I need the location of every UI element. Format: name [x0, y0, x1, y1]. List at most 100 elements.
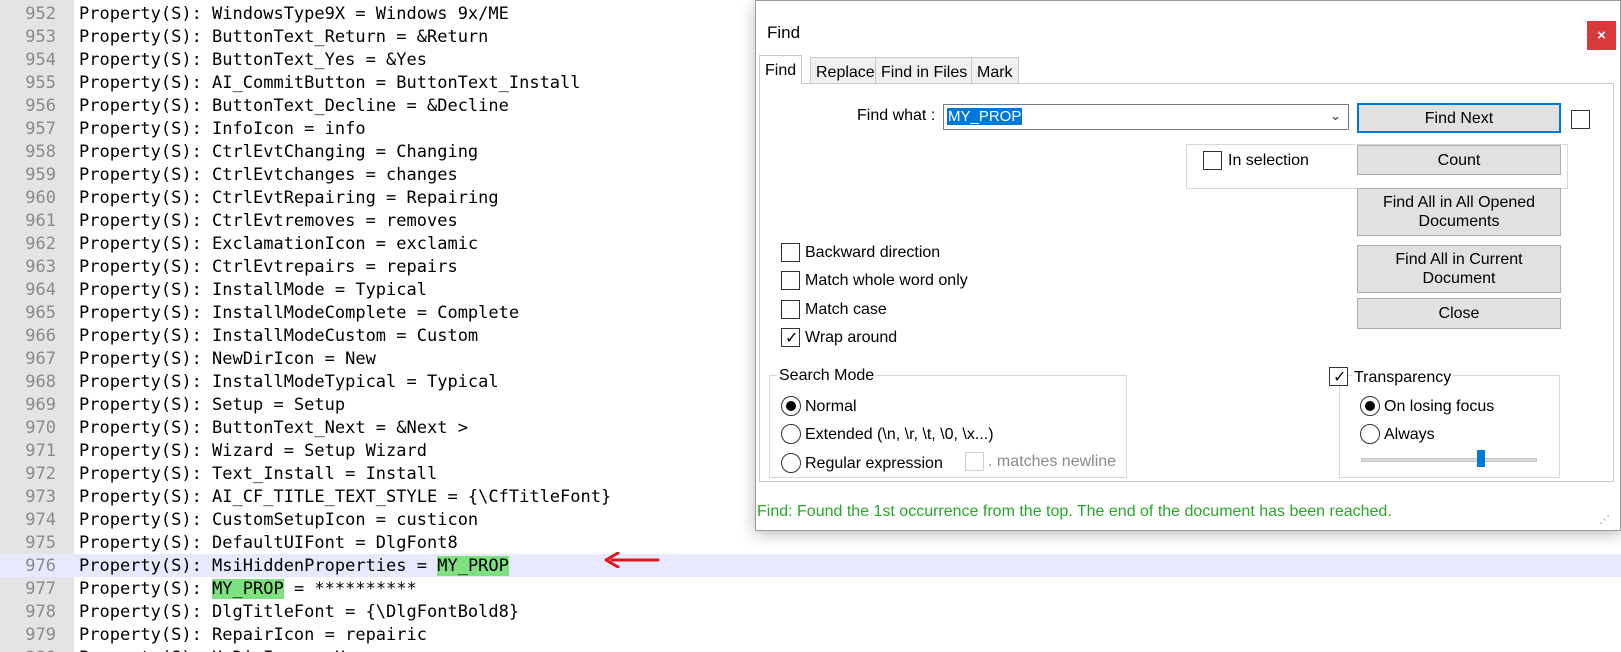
line-number: 972	[25, 464, 56, 484]
line-number: 961	[25, 211, 56, 231]
transparency-slider-thumb[interactable]	[1477, 450, 1485, 467]
find-what-input[interactable]: MY_PROP ⌄	[943, 104, 1349, 130]
matches-newline-checkbox[interactable]	[965, 452, 984, 471]
find-all-opened-line1: Find All in All Opened	[1382, 194, 1536, 211]
on-losing-focus-radio[interactable]	[1360, 396, 1380, 416]
line-number: 970	[25, 418, 56, 438]
code-segment: Property(S): Wizard = Setup Wizard	[79, 441, 427, 461]
code-text: Property(S): Wizard = Setup Wizard	[79, 441, 427, 461]
match-case-label: Match case	[805, 301, 887, 318]
code-text: Property(S): InstallModeTypical = Typica…	[79, 372, 499, 392]
code-text: Property(S): CtrlEvtrepairs = repairs	[79, 257, 458, 277]
tab-replace[interactable]: Replace	[810, 57, 881, 83]
normal-radio[interactable]	[781, 396, 801, 416]
close-icon[interactable]: ×	[1587, 21, 1616, 50]
transparency-slider-track[interactable]	[1361, 458, 1537, 462]
on-losing-focus-label: On losing focus	[1384, 398, 1495, 415]
always-radio[interactable]	[1360, 424, 1380, 444]
line-number: 963	[25, 257, 56, 277]
search-mode-title: Search Mode	[777, 367, 877, 385]
find-next-button[interactable]: Find Next	[1357, 103, 1561, 133]
code-segment: Property(S): InstallModeCustom = Custom	[79, 326, 479, 346]
tab-find-in-files[interactable]: Find in Files	[875, 57, 974, 83]
find-next-checkbox[interactable]	[1571, 110, 1590, 129]
code-segment: Property(S): ButtonText_Yes = &Yes	[79, 50, 427, 70]
backward-direction-checkbox[interactable]	[781, 243, 800, 262]
code-segment: Property(S): RepairIcon = repairic	[79, 625, 427, 645]
code-text: Property(S): MY_PROP = **********	[79, 579, 417, 599]
tab-find[interactable]: Find	[759, 55, 803, 84]
wrap-around-checkbox[interactable]: ✓	[781, 328, 800, 347]
find-all-current-line1: Find All in Current	[1395, 251, 1523, 268]
search-match-highlight: MY_PROP	[212, 579, 284, 599]
code-line[interactable]: 977 Property(S): MY_PROP = **********	[0, 577, 1621, 600]
code-segment: Property(S): AI_CF_TITLE_TEXT_STYLE = {\…	[79, 487, 612, 507]
line-number: 969	[25, 395, 56, 415]
code-line[interactable]: 979 Property(S): RepairIcon = repairic	[0, 623, 1621, 646]
line-number: 968	[25, 372, 56, 392]
code-line[interactable]: 976 Property(S): MsiHiddenProperties = MY…	[0, 554, 1621, 577]
red-arrow-annotation	[604, 552, 660, 568]
code-text: Property(S): ExclamationIcon = exclamic	[79, 234, 478, 254]
checkmark-icon: ✓	[785, 330, 799, 347]
regex-radio[interactable]	[781, 453, 801, 473]
dialog-titlebar[interactable]: Find ×	[756, 1, 1620, 50]
code-text: Property(S): ButtonText_Yes = &Yes	[79, 50, 427, 70]
code-text: Property(S): WindowsType9X = Windows 9x/…	[79, 4, 509, 24]
code-segment: Property(S): CtrlEvtchanges = changes	[79, 165, 458, 185]
code-segment: Property(S): WindowsType9X = Windows 9x/…	[79, 4, 509, 24]
line-number: 965	[25, 303, 56, 323]
tab-mark[interactable]: Mark	[971, 57, 1019, 83]
code-line[interactable]: 975 Property(S): DefaultUIFont = DlgFont8	[0, 531, 1621, 554]
line-number: 974	[25, 510, 56, 530]
code-segment: Property(S): ButtonText_Return = &Return	[79, 27, 489, 47]
code-segment: Property(S): InstallMode = Typical	[79, 280, 427, 300]
chevron-down-icon[interactable]: ⌄	[1330, 108, 1341, 124]
resize-grip-icon[interactable]: ⋰	[1599, 513, 1610, 526]
close-button[interactable]: Close	[1357, 298, 1561, 329]
line-number: 954	[25, 50, 56, 70]
code-segment: Property(S): CtrlEvtrepairs = repairs	[79, 257, 458, 277]
code-text: Property(S): UpDirIcon = Up	[79, 648, 355, 652]
count-button[interactable]: Count	[1357, 145, 1561, 175]
code-segment: Property(S): InstallModeTypical = Typica…	[79, 372, 499, 392]
code-segment: Property(S):	[79, 579, 213, 599]
code-segment: Property(S): NewDirIcon = New	[79, 349, 376, 369]
wrap-around-label: Wrap around	[805, 329, 898, 346]
code-text: Property(S): RepairIcon = repairic	[79, 625, 427, 645]
backward-direction-label: Backward direction	[805, 244, 941, 261]
code-line[interactable]: 980 Property(S): UpDirIcon = Up	[0, 646, 1621, 652]
code-segment: Property(S): ButtonText_Next = &Next >	[79, 418, 468, 438]
line-number: 973	[25, 487, 56, 507]
line-number: 979	[25, 625, 56, 645]
code-line[interactable]: 978 Property(S): DlgTitleFont = {\DlgFont…	[0, 600, 1621, 623]
code-segment: Property(S): CtrlEvtChanging = Changing	[79, 142, 479, 162]
find-what-value[interactable]: MY_PROP	[947, 108, 1023, 125]
code-text: Property(S): ButtonText_Return = &Return	[79, 27, 488, 47]
find-all-opened-button[interactable]: Find All in All Opened Documents	[1357, 188, 1561, 236]
match-case-checkbox[interactable]	[781, 300, 800, 319]
find-all-opened-line2: Documents	[1418, 213, 1500, 230]
code-segment: Property(S): CtrlEvtremoves = removes	[79, 211, 458, 231]
extended-radio[interactable]	[781, 424, 801, 444]
line-number: 957	[25, 119, 56, 139]
code-segment: Property(S): Text_Install = Install	[79, 464, 438, 484]
code-text: Property(S): MsiHiddenProperties = MY_PR…	[79, 556, 509, 576]
line-number: 966	[25, 326, 56, 346]
code-text: Property(S): CustomSetupIcon = custicon	[79, 510, 478, 530]
code-segment: Property(S): InfoIcon = info	[79, 119, 366, 139]
search-match-highlight: MY_PROP	[437, 556, 509, 576]
code-segment: Property(S): Setup = Setup	[79, 395, 346, 415]
line-number: 977	[25, 579, 56, 599]
line-number: 971	[25, 441, 56, 461]
code-segment: Property(S): CustomSetupIcon = custicon	[79, 510, 479, 530]
match-whole-word-checkbox[interactable]	[781, 271, 800, 290]
always-label: Always	[1384, 426, 1435, 443]
code-text: Property(S): InstallModeComplete = Compl…	[79, 303, 519, 323]
code-text: Property(S): AI_CF_TITLE_TEXT_STYLE = {\…	[79, 487, 611, 507]
code-text: Property(S): InfoIcon = info	[79, 119, 366, 139]
find-all-current-button[interactable]: Find All in Current Document	[1357, 245, 1561, 293]
transparency-checkbox[interactable]: ✓	[1329, 367, 1348, 386]
in-selection-checkbox[interactable]	[1203, 151, 1222, 170]
line-number: 958	[25, 142, 56, 162]
